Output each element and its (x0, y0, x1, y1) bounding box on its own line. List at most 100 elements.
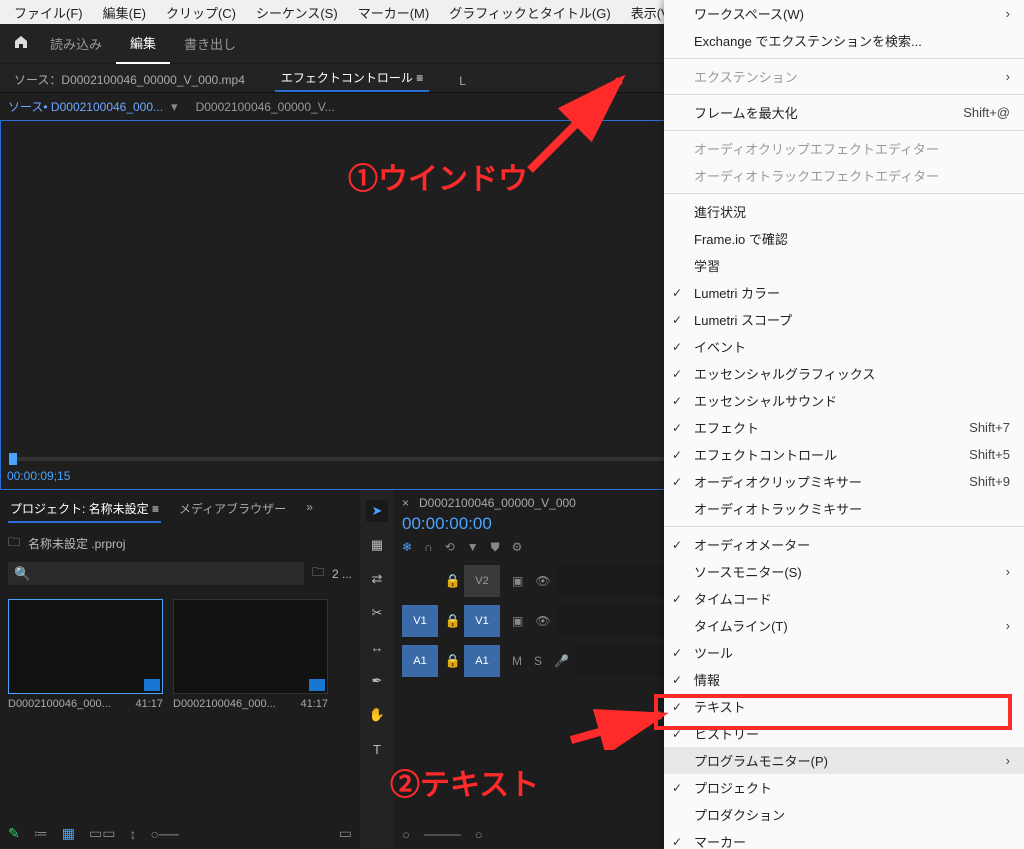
mic-icon[interactable]: 🎤 (554, 654, 569, 668)
timeline-tab[interactable]: D0002100046_00000_V_000 (419, 496, 576, 510)
type-tool-icon[interactable]: T (366, 738, 388, 760)
tab-media-browser[interactable]: メディアブラウザー (177, 496, 288, 523)
menu-production[interactable]: プロダクション (664, 801, 1024, 828)
zoom-slider-icon[interactable]: ○── (150, 826, 178, 842)
menu-audio-track-mixer[interactable]: オーディオトラックミキサー (664, 495, 1024, 522)
check-icon: ✓ (672, 475, 682, 489)
selection-tool-icon[interactable]: ➤ (366, 500, 388, 522)
menu-progress[interactable]: 進行状況 (664, 198, 1024, 225)
tab-project[interactable]: プロジェクト: 名称未設定 ≡ (8, 496, 161, 523)
clip-thumb[interactable] (173, 599, 328, 694)
mute-icon[interactable]: M (512, 654, 522, 668)
chevron-down-icon[interactable]: ▾ (171, 99, 178, 115)
menu-text[interactable]: ✓テキスト (664, 693, 1024, 720)
bin-icon[interactable]: 🗀 (312, 563, 324, 584)
track-select-tool-icon[interactable]: ▦ (366, 534, 388, 556)
menu-audio-clip-mixer[interactable]: ✓オーディオクリップミキサーShift+9 (664, 468, 1024, 495)
menu-effect-controls[interactable]: ✓エフェクトコントロールShift+5 (664, 441, 1024, 468)
menu-essential-sound[interactable]: ✓エッセンシャルサウンド (664, 387, 1024, 414)
timecode-small[interactable]: 00:00:09;15 (7, 469, 70, 483)
menu-info[interactable]: ✓情報 (664, 666, 1024, 693)
panel-effect-controls[interactable]: エフェクトコントロール ≡ (275, 65, 429, 92)
menu-essential-graphics[interactable]: ✓エッセンシャルグラフィックス (664, 360, 1024, 387)
icon-view-icon[interactable]: ▦ (62, 825, 75, 842)
razor-tool-icon[interactable]: ✂ (366, 602, 388, 624)
panel-source[interactable]: ソース：D0002100046_00000_V_000.mp4 (8, 67, 251, 92)
menu-graphics[interactable]: グラフィックとタイトル(G) (439, 3, 621, 22)
track-label[interactable]: A1 (464, 645, 500, 677)
menu-tool[interactable]: ✓ツール (664, 639, 1024, 666)
track-label[interactable]: V1 (464, 605, 500, 637)
ripple-tool-icon[interactable]: ⇄ (366, 568, 388, 590)
wrench-icon[interactable]: ⚙ (512, 540, 523, 555)
menu-marker[interactable]: ✓マーカー (664, 828, 1024, 849)
menu-marker[interactable]: マーカー(M) (348, 3, 440, 22)
snap-icon[interactable]: ❄ (402, 540, 412, 555)
panel-l[interactable]: L (453, 70, 472, 92)
lock-icon[interactable]: 🔒 (442, 573, 464, 589)
check-icon: ✓ (672, 538, 682, 552)
menu-program-monitor[interactable]: プログラムモニター(P)› (664, 747, 1024, 774)
list-icon[interactable]: ≔ (34, 825, 48, 842)
menu-frameio[interactable]: Frame.io で確認 (664, 225, 1024, 252)
lock-icon[interactable]: 🔒 (442, 653, 464, 669)
eye-icon[interactable]: 👁 (535, 574, 550, 588)
magnet-icon[interactable]: ∩ (424, 540, 433, 555)
pen-tool-icon[interactable]: ✒ (366, 670, 388, 692)
check-icon: ✓ (672, 421, 682, 435)
menu-timecode[interactable]: ✓タイムコード (664, 585, 1024, 612)
source-clip-label[interactable]: ソース• D0002100046_000... (8, 98, 163, 115)
eye-icon[interactable]: 👁 (535, 614, 550, 628)
close-icon[interactable]: × (402, 496, 409, 510)
tab-edit[interactable]: 編集 (116, 23, 170, 64)
link-icon[interactable]: ⟲ (445, 540, 455, 555)
menu-audio-meter[interactable]: ✓オーディオメーター (664, 531, 1024, 558)
menu-learn[interactable]: 学習 (664, 252, 1024, 279)
toggle-output-icon[interactable]: ▣ (512, 614, 523, 628)
chevron-right-icon: › (1006, 753, 1010, 768)
menu-effects[interactable]: ✓エフェクトShift+7 (664, 414, 1024, 441)
tab-overflow[interactable]: » (304, 496, 315, 523)
tab-export[interactable]: 書き出し (170, 24, 250, 63)
menu-clip[interactable]: クリップ(C) (156, 3, 246, 22)
menu-exchange[interactable]: Exchange でエクステンションを検索... (664, 27, 1024, 54)
clip-item[interactable]: D0002100046_000...41:17 (8, 599, 163, 710)
track-target[interactable]: V1 (402, 605, 438, 637)
clip-badge-icon (144, 679, 160, 691)
lock-icon[interactable]: 🔒 (442, 613, 464, 629)
circle-icon[interactable]: ○ (475, 827, 483, 842)
check-icon: ✓ (672, 781, 682, 795)
slider-icon[interactable]: ──── (424, 827, 461, 842)
menu-project[interactable]: ✓プロジェクト (664, 774, 1024, 801)
menu-file[interactable]: ファイル(F) (4, 3, 93, 22)
settings-icon[interactable]: ⛊ (491, 540, 500, 555)
menu-workspace[interactable]: ワークスペース(W)› (664, 0, 1024, 27)
menu-history[interactable]: ✓ヒストリー (664, 720, 1024, 747)
menu-event[interactable]: ✓イベント (664, 333, 1024, 360)
track-label[interactable]: V2 (464, 565, 500, 597)
clip-item[interactable]: D0002100046_000...41:17 (173, 599, 328, 710)
circle-icon[interactable]: ○ (402, 827, 410, 842)
slip-tool-icon[interactable]: ↔ (366, 636, 388, 658)
clip-thumb[interactable] (8, 599, 163, 694)
search-input[interactable] (8, 562, 304, 585)
new-bin-icon[interactable]: ▭ (339, 825, 352, 842)
menu-lumetri-scopes[interactable]: ✓Lumetri スコープ (664, 306, 1024, 333)
menu-maximize-frame[interactable]: フレームを最大化Shift+@ (664, 99, 1024, 126)
home-icon[interactable] (6, 34, 36, 54)
track-target[interactable]: A1 (402, 645, 438, 677)
menu-timeline[interactable]: タイムライン(T)› (664, 612, 1024, 639)
menu-edit[interactable]: 編集(E) (93, 3, 156, 22)
source-dropdown[interactable]: D0002100046_00000_V... (196, 100, 335, 114)
menu-source-monitor[interactable]: ソースモニター(S)› (664, 558, 1024, 585)
sort-icon[interactable]: ↕ (129, 826, 136, 842)
pencil-icon[interactable]: ✎ (8, 825, 20, 842)
marker-icon[interactable]: ▼ (467, 540, 479, 555)
hand-tool-icon[interactable]: ✋ (366, 704, 388, 726)
tab-import[interactable]: 読み込み (36, 24, 116, 63)
solo-icon[interactable]: S (534, 654, 542, 668)
toggle-output-icon[interactable]: ▣ (512, 574, 523, 588)
menu-lumetri-color[interactable]: ✓Lumetri カラー (664, 279, 1024, 306)
freeform-icon[interactable]: ▭▭ (89, 825, 115, 842)
menu-sequence[interactable]: シーケンス(S) (246, 3, 348, 22)
